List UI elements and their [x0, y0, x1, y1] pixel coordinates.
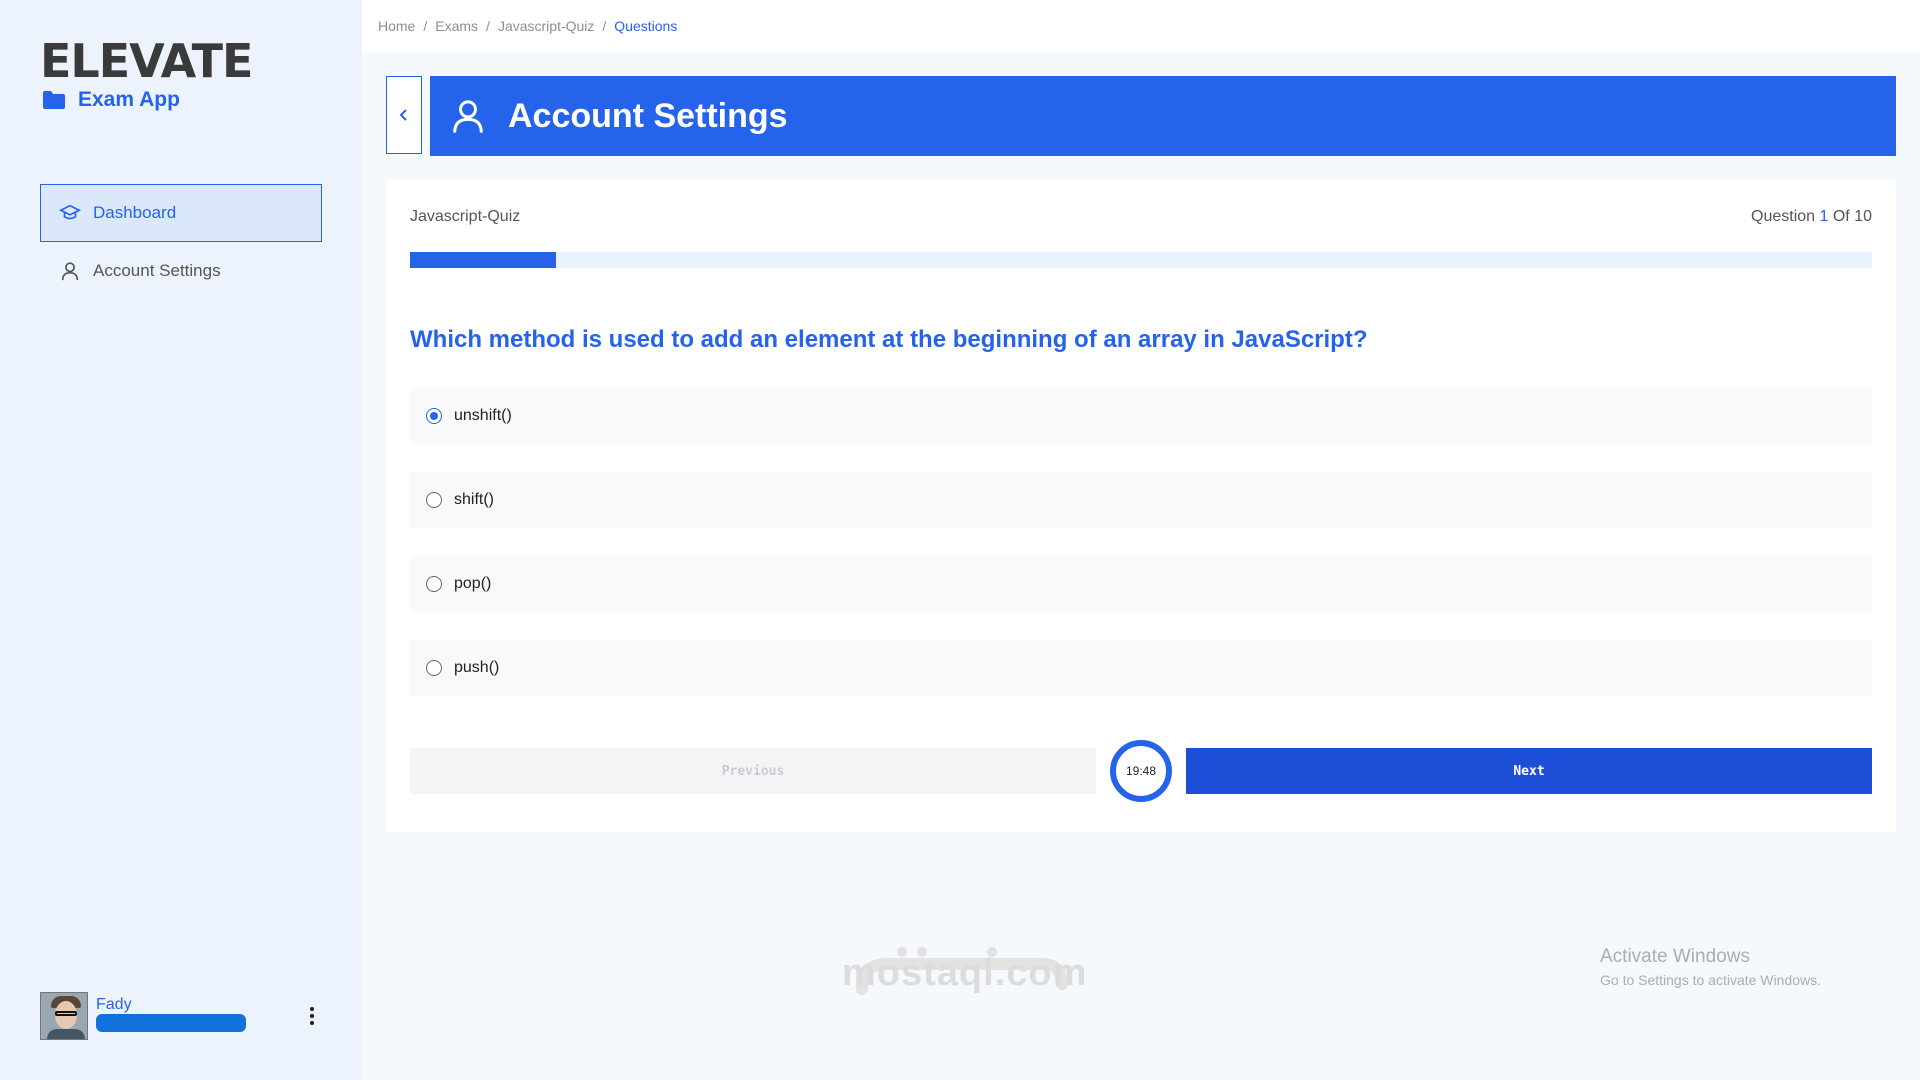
answer-label: pop() — [454, 575, 492, 592]
answer-option[interactable]: shift() — [410, 472, 1872, 528]
breadcrumb: Home / Exams / Javascript-Quiz / Questions — [378, 18, 678, 34]
activate-title: Activate Windows — [1600, 946, 1750, 967]
activate-windows-notice: Activate Windows Go to Settings to activ… — [1600, 946, 1821, 988]
sidebar-item-account-settings[interactable]: Account Settings — [40, 242, 322, 300]
quiz-name: Javascript-Quiz — [410, 208, 521, 225]
folder-icon — [43, 91, 65, 109]
breadcrumb-quiz[interactable]: Javascript-Quiz — [498, 18, 594, 34]
avatar — [40, 992, 88, 1040]
radio-button[interactable] — [426, 576, 442, 592]
current-question-number: 1 — [1819, 208, 1829, 225]
question-label: Question — [1751, 208, 1816, 225]
radio-button[interactable] — [426, 660, 442, 676]
answer-options: unshift() shift() pop() push() — [410, 388, 1872, 724]
answer-label: unshift() — [454, 407, 512, 424]
sidebar-item-dashboard[interactable]: Dashboard — [40, 184, 322, 242]
progress-fill — [410, 252, 557, 268]
watermark-text: mostaql.com — [842, 952, 1088, 994]
sidebar: ELEVATE Exam App Dashboard Account Setti… — [0, 0, 362, 1080]
answer-label: shift() — [454, 491, 494, 508]
user-email-redacted — [96, 1014, 246, 1032]
answer-option[interactable]: pop() — [410, 556, 1872, 612]
previous-button[interactable]: Previous — [410, 748, 1096, 794]
app-name-label: Exam App — [78, 88, 180, 111]
sidebar-nav: Dashboard Account Settings — [40, 184, 322, 300]
answer-option[interactable]: push() — [410, 640, 1872, 696]
countdown-timer: 19:48 — [1110, 740, 1172, 802]
sidebar-item-label: Account Settings — [93, 261, 221, 280]
answer-option[interactable]: unshift() — [410, 388, 1872, 444]
app-name: Exam App — [42, 88, 180, 112]
radio-button[interactable] — [426, 408, 442, 424]
page-header: Account Settings — [430, 76, 1896, 156]
quiz-navigation: Previous 19:48 Next — [410, 740, 1872, 802]
graduation-cap-icon — [59, 204, 81, 220]
activate-subtitle: Go to Settings to activate Windows. — [1600, 972, 1821, 988]
answer-label: push() — [454, 659, 500, 676]
breadcrumb-current: Questions — [614, 18, 678, 34]
user-info: Fady — [96, 992, 302, 1040]
user-icon — [453, 100, 483, 133]
page-title: Account Settings — [508, 96, 788, 135]
sidebar-item-label: Dashboard — [93, 203, 177, 222]
question-counter: Question 1 Of 10 — [1751, 208, 1872, 226]
question-text: Which method is used to add an element a… — [410, 326, 1368, 353]
of-label: Of — [1832, 208, 1850, 225]
elevate-logo: ELEVATE — [40, 34, 253, 88]
chevron-left-icon — [399, 109, 407, 121]
next-button[interactable]: Next — [1186, 748, 1872, 794]
breadcrumb-exams[interactable]: Exams — [435, 18, 478, 34]
more-options-icon[interactable] — [302, 1001, 322, 1031]
question-card: Javascript-Quiz Question 1 Of 10 Which m… — [386, 180, 1896, 832]
user-profile: Fady — [40, 992, 322, 1040]
total-questions: 10 — [1854, 208, 1872, 225]
progress-bar — [410, 252, 1872, 268]
back-button[interactable] — [386, 76, 422, 154]
user-name: Fady — [96, 996, 132, 1013]
breadcrumb-home[interactable]: Home — [378, 18, 415, 34]
radio-button[interactable] — [426, 492, 442, 508]
user-icon — [61, 262, 79, 281]
